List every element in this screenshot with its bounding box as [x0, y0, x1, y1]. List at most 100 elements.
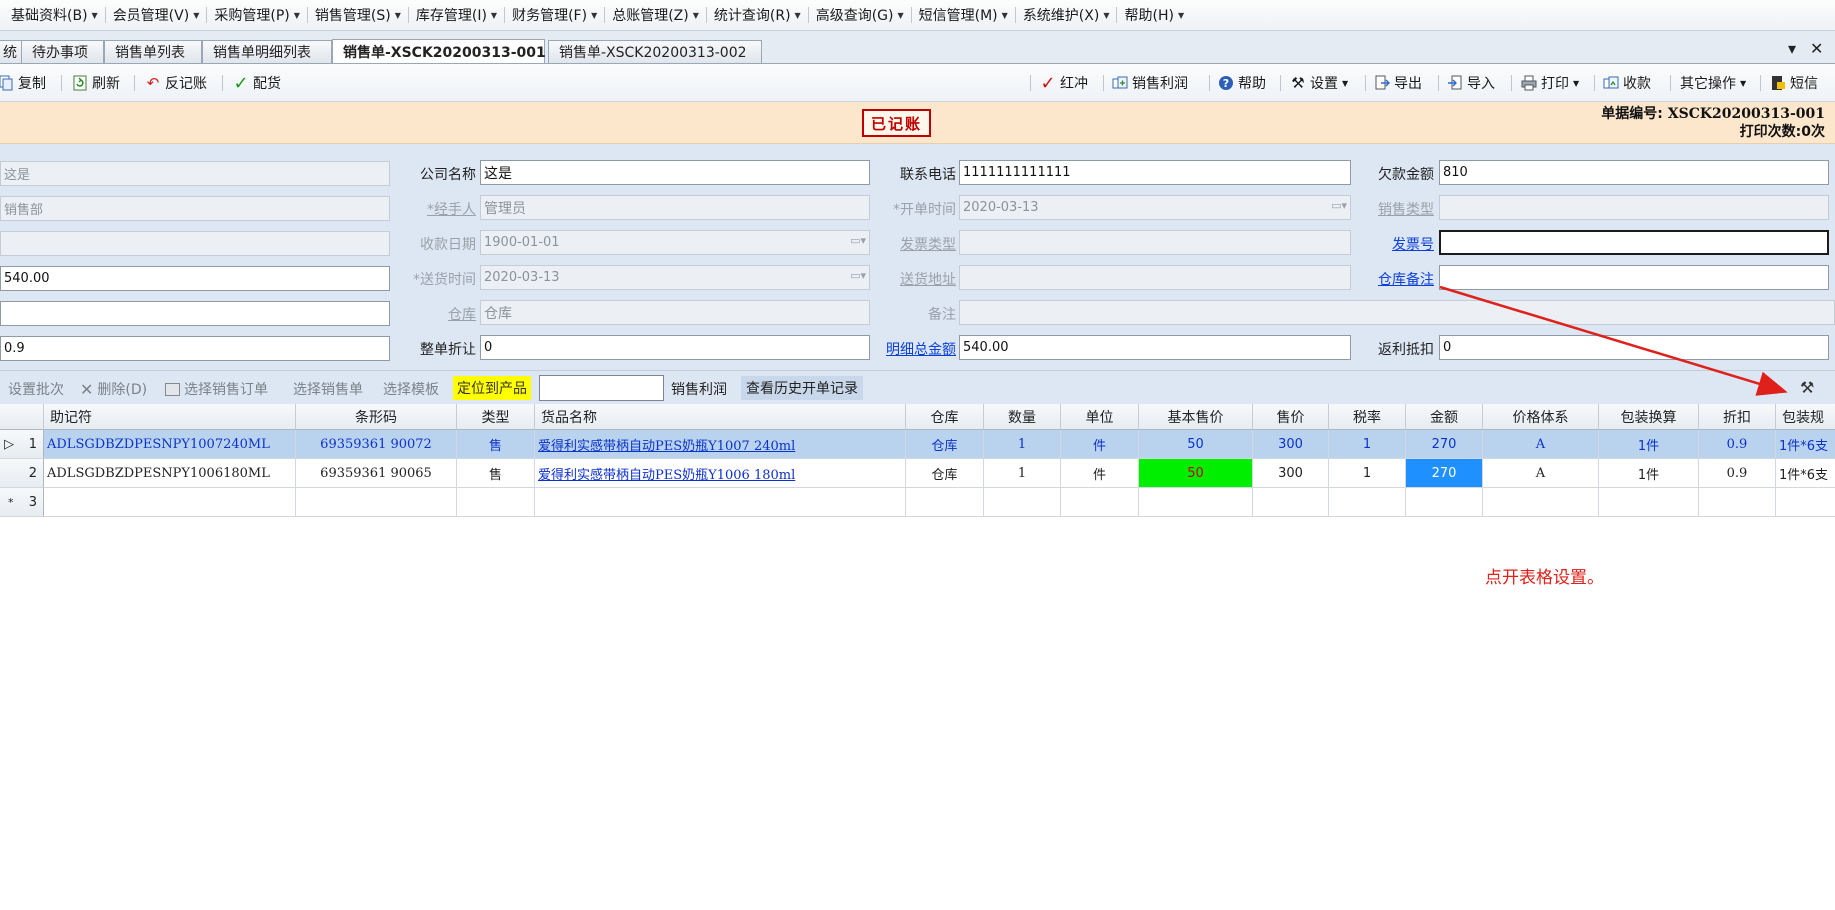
cell-price[interactable]: 300 [1253, 430, 1329, 459]
cell-pack-conversion[interactable]: 1件 [1599, 430, 1699, 459]
delete-row-button[interactable]: ✕ 删除(D) [80, 379, 147, 399]
cell-discount[interactable]: 0.9 [1699, 459, 1776, 488]
receive-payment-button[interactable]: 收款 [1603, 73, 1651, 93]
owed-amount-field[interactable]: 810 [1439, 160, 1829, 185]
col-header-price[interactable]: 售价 [1253, 404, 1329, 430]
cell-warehouse[interactable] [906, 488, 984, 517]
new-table-row[interactable]: * 3 [0, 488, 1835, 517]
warehouse-note-label[interactable]: 仓库备注 [1356, 269, 1434, 289]
cell-warehouse[interactable]: 仓库 [906, 430, 984, 459]
invoice-number-field[interactable] [1439, 230, 1829, 255]
open-time-field[interactable]: 2020-03-13 ▭▾ [959, 195, 1351, 220]
cell-basic-price[interactable]: 50 [1139, 430, 1253, 459]
view-history-button[interactable]: 查看历史开单记录 [741, 376, 863, 400]
company-name-field[interactable]: 这是 [480, 160, 870, 185]
col-header-amount[interactable]: 金额 [1406, 404, 1483, 430]
receive-date-field[interactable]: 1900-01-01 ▭▾ [480, 230, 870, 255]
cell-tax-rate[interactable]: 1 [1329, 459, 1406, 488]
cell-tax-rate[interactable] [1329, 488, 1406, 517]
col-header-quantity[interactable]: 数量 [984, 404, 1061, 430]
detail-total-label[interactable]: 明细总金额 [870, 339, 956, 359]
col-header-product-name[interactable]: 货品名称 [535, 404, 906, 430]
cell-mnemonic[interactable]: ADLSGDBZDPESNPY1007240ML [44, 430, 296, 459]
cell-discount[interactable] [1699, 488, 1776, 517]
locate-product-input[interactable] [539, 375, 664, 401]
invoice-type-label[interactable]: 发票类型 [870, 234, 956, 254]
sales-profit-button[interactable]: 销售利润 [1112, 73, 1188, 93]
row-header[interactable]: * 3 [0, 488, 44, 517]
cell-quantity[interactable] [984, 488, 1061, 517]
cell-pack-conversion[interactable]: 1件 [1599, 459, 1699, 488]
phone-field[interactable]: 1111111111111 [959, 160, 1351, 185]
warehouse-note-field[interactable] [1439, 265, 1829, 290]
cell-mnemonic[interactable] [44, 488, 296, 517]
invoice-number-label[interactable]: 发票号 [1356, 234, 1434, 254]
help-button[interactable]: ? 帮助 [1218, 73, 1266, 93]
cell-pack-spec[interactable] [1776, 488, 1835, 517]
menu-purchase[interactable]: 采购管理(P) ▼ [207, 4, 307, 26]
cell-barcode[interactable]: 69359361 90065 [296, 459, 457, 488]
menu-member[interactable]: 会员管理(V) ▼ [106, 4, 207, 26]
col1-row5-field[interactable] [0, 301, 390, 326]
calendar-dropdown-icon[interactable]: ▭▾ [850, 269, 866, 282]
cell-product-name[interactable]: 爱得利实感带柄自动PES奶瓶Y1007 240ml [535, 430, 906, 459]
cell-unit[interactable]: 件 [1061, 430, 1139, 459]
red-reversal-button[interactable]: ✓ 红冲 [1040, 73, 1088, 94]
sms-button[interactable]: 短信 [1770, 73, 1818, 93]
cell-price-system[interactable]: A [1483, 430, 1599, 459]
cell-barcode[interactable] [296, 488, 457, 517]
col-header-tax-rate[interactable]: 税率 [1329, 404, 1406, 430]
cell-type[interactable]: 售 [457, 430, 535, 459]
row-header[interactable]: ▷ 1 [0, 430, 44, 459]
grid-sales-profit-button[interactable]: 销售利润 [671, 379, 727, 399]
select-sales-doc-button[interactable]: 选择销售单 [293, 379, 363, 399]
rebate-field[interactable]: 0 [1439, 335, 1829, 360]
tab-sales-list[interactable]: 销售单列表 [104, 40, 202, 63]
col-header-basic-price[interactable]: 基本售价 [1139, 404, 1253, 430]
col-header-mnemonic[interactable]: 助记符 [44, 404, 296, 430]
col-header-discount[interactable]: 折扣 [1699, 404, 1776, 430]
col-header-warehouse[interactable]: 仓库 [906, 404, 984, 430]
cell-tax-rate[interactable]: 1 [1329, 430, 1406, 459]
export-button[interactable]: 导出 [1374, 73, 1422, 93]
menu-system[interactable]: 系统维护(X) ▼ [1016, 4, 1117, 26]
col-header-type[interactable]: 类型 [457, 404, 535, 430]
table-row[interactable]: 2 ADLSGDBZDPESNPY1006180ML 69359361 9006… [0, 459, 1835, 488]
print-button[interactable]: 打印 ▼ [1521, 73, 1579, 93]
cell-pack-spec[interactable]: 1件*6支 [1776, 430, 1835, 459]
cell-product-name[interactable] [535, 488, 906, 517]
menu-sms[interactable]: 短信管理(M) ▼ [912, 4, 1015, 26]
cell-price[interactable]: 300 [1253, 459, 1329, 488]
cell-mnemonic[interactable]: ADLSGDBZDPESNPY1006180ML [44, 459, 296, 488]
detail-total-field[interactable]: 540.00 [959, 335, 1351, 360]
set-batch-button[interactable]: 设置批次 [8, 379, 64, 399]
copy-button[interactable]: 复制 [0, 73, 46, 93]
locate-product-button[interactable]: 定位到产品 [453, 376, 531, 400]
allocate-goods-button[interactable]: ✓ 配货 [233, 73, 281, 94]
menu-sales[interactable]: 销售管理(S) ▼ [308, 4, 408, 26]
calendar-dropdown-icon[interactable]: ▭▾ [1331, 199, 1347, 212]
whole-discount-field[interactable]: 0 [480, 335, 870, 360]
delivery-address-label[interactable]: 送货地址 [870, 269, 956, 289]
warehouse-label[interactable]: 仓库 [400, 304, 476, 324]
cell-unit[interactable] [1061, 488, 1139, 517]
col-header-pack-conversion[interactable]: 包装换算 [1599, 404, 1699, 430]
cell-pack-spec[interactable]: 1件*6支 [1776, 459, 1835, 488]
col-header-unit[interactable]: 单位 [1061, 404, 1139, 430]
cell-amount-focused[interactable]: 270 [1406, 459, 1483, 488]
menu-help[interactable]: 帮助(H) ▼ [1117, 4, 1191, 26]
cell-type[interactable]: 售 [457, 459, 535, 488]
cell-price-system[interactable]: A [1483, 459, 1599, 488]
menu-ledger[interactable]: 总账管理(Z) ▼ [605, 4, 706, 26]
tab-sales-doc-002[interactable]: 销售单-XSCK20200313-002 [548, 40, 762, 63]
tab-sales-detail-list[interactable]: 销售单明细列表 [202, 40, 332, 63]
select-sales-order-button[interactable]: 选择销售订单 [165, 379, 268, 399]
cell-quantity[interactable]: 1 [984, 430, 1061, 459]
other-actions-button[interactable]: 其它操作 ▼ [1680, 73, 1746, 93]
cell-discount[interactable]: 0.9 [1699, 430, 1776, 459]
import-button[interactable]: 导入 [1447, 73, 1495, 93]
cell-warehouse[interactable]: 仓库 [906, 459, 984, 488]
cell-type[interactable] [457, 488, 535, 517]
menu-inventory[interactable]: 库存管理(I) ▼ [409, 4, 504, 26]
row-header[interactable]: 2 [0, 459, 44, 488]
